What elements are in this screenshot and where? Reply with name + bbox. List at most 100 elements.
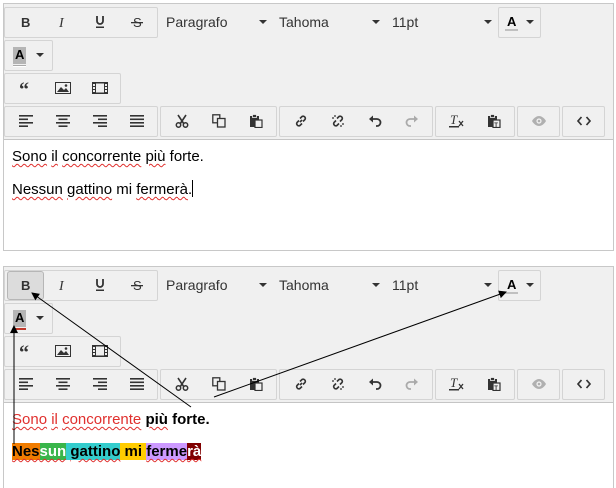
paste-button[interactable] <box>237 370 274 399</box>
copy-button[interactable] <box>200 370 237 399</box>
insert-image-button[interactable] <box>44 337 81 366</box>
svg-text:T: T <box>450 114 458 127</box>
align-right-button[interactable] <box>81 370 118 399</box>
editor-content[interactable]: Sono il concorrente più forte. Nessun ga… <box>4 140 613 198</box>
redo-button[interactable] <box>393 370 430 399</box>
text-run: concorrente <box>62 411 142 428</box>
preview-group <box>517 368 560 400</box>
link-icon <box>295 115 306 127</box>
redo-icon <box>405 115 418 127</box>
align-center-button[interactable] <box>44 370 81 399</box>
text-color-group: A <box>498 269 542 301</box>
bg-color-dropdown[interactable] <box>30 304 52 333</box>
source-group <box>562 105 605 137</box>
clear-format-button[interactable]: T <box>438 107 475 136</box>
clear-format-button[interactable]: T <box>438 370 475 399</box>
source-code-button[interactable] <box>565 107 602 136</box>
insert-link-button[interactable] <box>282 370 319 399</box>
toolbar-row-4: T T <box>4 105 613 137</box>
bg-color-button[interactable]: A <box>5 41 30 70</box>
text-color-icon: A <box>505 14 519 31</box>
paste-text-button[interactable]: T <box>475 107 512 136</box>
toolbar: B I S Paragrafo Tahoma <box>4 4 613 140</box>
clipboard-icon <box>249 377 263 391</box>
bold-button[interactable]: B <box>7 8 44 37</box>
text-color-letter: A <box>507 276 517 292</box>
strikethrough-icon: S <box>130 278 143 292</box>
underline-button[interactable] <box>81 8 118 37</box>
italic-button[interactable]: I <box>44 271 81 300</box>
font-select[interactable]: Tahoma <box>273 8 386 37</box>
unlink-button[interactable] <box>319 370 356 399</box>
paragraph-select[interactable]: Paragrafo <box>160 8 273 37</box>
cut-button[interactable] <box>163 107 200 136</box>
blockquote-button[interactable]: “ <box>7 74 44 103</box>
strikethrough-button[interactable]: S <box>118 8 155 37</box>
bg-color-icon: A <box>13 309 27 330</box>
preview-button[interactable] <box>520 107 557 136</box>
paste-button[interactable] <box>237 107 274 136</box>
text-run: forte. <box>165 148 204 165</box>
insert-image-button[interactable] <box>44 74 81 103</box>
svg-text:T: T <box>494 123 498 128</box>
text-color-button[interactable]: A <box>499 271 522 300</box>
text-color-dropdown[interactable] <box>522 271 540 300</box>
size-select[interactable]: 11pt <box>386 8 498 37</box>
undo-button[interactable] <box>356 107 393 136</box>
preview-group <box>517 105 560 137</box>
clipboard-group <box>160 105 277 137</box>
text-run: Sono <box>12 411 48 428</box>
svg-text:B: B <box>21 16 30 28</box>
undo-button[interactable] <box>356 370 393 399</box>
text-run: gattino <box>70 443 121 460</box>
italic-button[interactable]: I <box>44 8 81 37</box>
image-icon <box>54 345 71 357</box>
text-color-button[interactable]: A <box>499 8 522 37</box>
size-select[interactable]: 11pt <box>386 271 498 300</box>
bg-color-dropdown[interactable] <box>30 41 52 70</box>
align-center-button[interactable] <box>44 107 81 136</box>
text-color-dropdown[interactable] <box>522 8 540 37</box>
justify-button[interactable] <box>118 370 155 399</box>
text-run: più <box>145 148 166 165</box>
paste-text-button[interactable]: T <box>475 370 512 399</box>
paste-text-icon: T <box>487 114 501 128</box>
underline-button[interactable] <box>81 271 118 300</box>
insert-video-button[interactable] <box>81 74 118 103</box>
align-center-icon <box>55 115 70 127</box>
format-group: B I S <box>4 6 158 38</box>
insert-video-button[interactable] <box>81 337 118 366</box>
clipboard-icon <box>249 114 263 128</box>
paragraph-1: Sono il concorrente più forte. <box>12 148 605 165</box>
justify-button[interactable] <box>118 107 155 136</box>
eye-icon <box>531 379 546 389</box>
bold-button[interactable]: B <box>7 270 44 300</box>
text-line: Nessun gattino mi fermerà <box>12 443 202 460</box>
redo-button[interactable] <box>393 107 430 136</box>
clipboard-group <box>160 368 277 400</box>
copy-button[interactable] <box>200 107 237 136</box>
strikethrough-button[interactable]: S <box>118 271 155 300</box>
preview-button[interactable] <box>520 370 557 399</box>
source-code-button[interactable] <box>565 370 602 399</box>
paragraph-select[interactable]: Paragrafo <box>160 271 273 300</box>
font-select[interactable]: Tahoma <box>273 271 386 300</box>
cut-button[interactable] <box>163 370 200 399</box>
bg-color-button[interactable]: A <box>5 304 30 333</box>
blockquote-icon: “ <box>19 345 29 357</box>
bg-color-group: A <box>4 302 54 334</box>
text-color-group: A <box>498 6 542 38</box>
align-left-button[interactable] <box>7 370 44 399</box>
insert-link-button[interactable] <box>282 107 319 136</box>
chevron-down-icon <box>36 316 45 320</box>
editor-top: B I S Paragrafo Tahoma <box>3 3 614 251</box>
align-right-button[interactable] <box>81 107 118 136</box>
editor-content[interactable]: Sono il concorrente più forte. Nessun ga… <box>4 403 613 460</box>
unlink-button[interactable] <box>319 107 356 136</box>
blockquote-button[interactable]: “ <box>7 337 44 366</box>
chevron-down-icon <box>372 20 380 24</box>
align-left-button[interactable] <box>7 107 44 136</box>
text-run: ferme <box>146 443 188 460</box>
text-run: sun <box>39 443 67 460</box>
underline-icon <box>95 16 104 28</box>
